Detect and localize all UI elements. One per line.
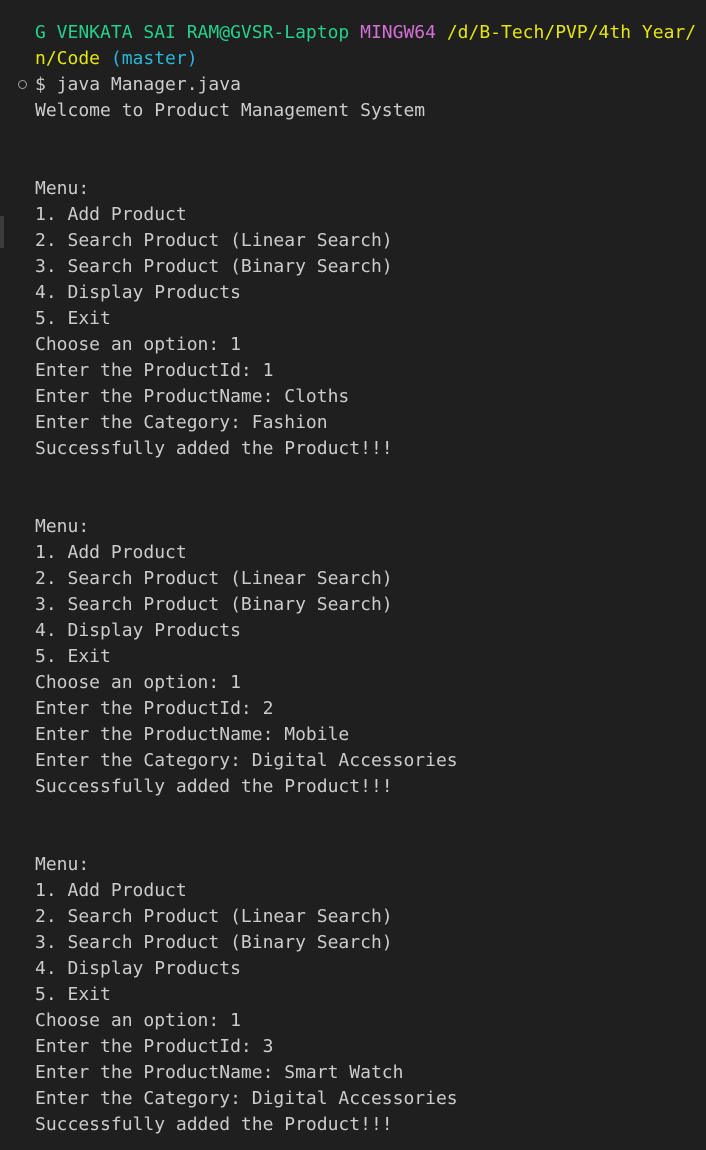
choose-option-line: Choose an option: 1	[35, 672, 241, 693]
prompt-symbol: $	[35, 74, 46, 95]
prompt-user-host: G VENKATA SAI RAM@GVSR-Laptop	[35, 22, 350, 43]
command-decoration-icon[interactable]	[18, 80, 27, 89]
product-name-line: Enter the ProductName: Smart Watch	[35, 1062, 404, 1083]
menu-title: Menu:	[35, 854, 90, 875]
product-id-line: Enter the ProductId: 2	[35, 698, 274, 719]
menu-option: 5. Exit	[35, 646, 111, 667]
command-line: $ java Manager.java	[35, 72, 706, 98]
menu-option: 3. Search Product (Binary Search)	[35, 932, 393, 953]
product-name-line: Enter the ProductName: Cloths	[35, 386, 350, 407]
scroll-indicator	[0, 216, 4, 248]
menu-option: 2. Search Product (Linear Search)	[35, 230, 393, 251]
category-line: Enter the Category: Digital Accessories	[35, 750, 458, 771]
terminal-output: G VENKATA SAI RAM@GVSR-Laptop MINGW64 /d…	[35, 20, 706, 1138]
menu-option: 3. Search Product (Binary Search)	[35, 594, 393, 615]
prompt-path: /d/B-Tech/PVP/4th Year/	[446, 22, 697, 43]
category-line: Enter the Category: Digital Accessories	[35, 1088, 458, 1109]
menu-option: 4. Display Products	[35, 958, 241, 979]
success-message: Successfully added the Product!!!	[35, 1114, 393, 1135]
menu-option: 4. Display Products	[35, 620, 241, 641]
prompt-msystem: MINGW64	[360, 22, 436, 43]
menu-option: 5. Exit	[35, 308, 111, 329]
success-message: Successfully added the Product!!!	[35, 438, 393, 459]
menu-option: 2. Search Product (Linear Search)	[35, 906, 393, 927]
choose-option-line: Choose an option: 1	[35, 1010, 241, 1031]
category-line: Enter the Category: Fashion	[35, 412, 328, 433]
prompt-git-branch: (master)	[110, 48, 198, 69]
success-message: Successfully added the Product!!!	[35, 776, 393, 797]
prompt-line-wrap: n/Code (master)	[35, 46, 706, 72]
menu-option: 3. Search Product (Binary Search)	[35, 256, 393, 277]
product-id-line: Enter the ProductId: 1	[35, 360, 274, 381]
terminal-window[interactable]: G VENKATA SAI RAM@GVSR-Laptop MINGW64 /d…	[0, 0, 706, 1150]
menu-option: 1. Add Product	[35, 204, 187, 225]
menu-title: Menu:	[35, 516, 90, 537]
prompt-path-continued: n/Code	[35, 48, 101, 69]
menu-option: 1. Add Product	[35, 542, 187, 563]
menu-option: 2. Search Product (Linear Search)	[35, 568, 393, 589]
menu-option: 5. Exit	[35, 984, 111, 1005]
command-text: java Manager.java	[56, 74, 241, 95]
product-name-line: Enter the ProductName: Mobile	[35, 724, 350, 745]
choose-option-line: Choose an option: 1	[35, 334, 241, 355]
menu-option: 4. Display Products	[35, 282, 241, 303]
product-id-line: Enter the ProductId: 3	[35, 1036, 274, 1057]
menu-title: Menu:	[35, 178, 90, 199]
menu-option: 1. Add Product	[35, 880, 187, 901]
prompt-line: G VENKATA SAI RAM@GVSR-Laptop MINGW64 /d…	[35, 20, 706, 46]
welcome-message: Welcome to Product Management System	[35, 100, 426, 121]
